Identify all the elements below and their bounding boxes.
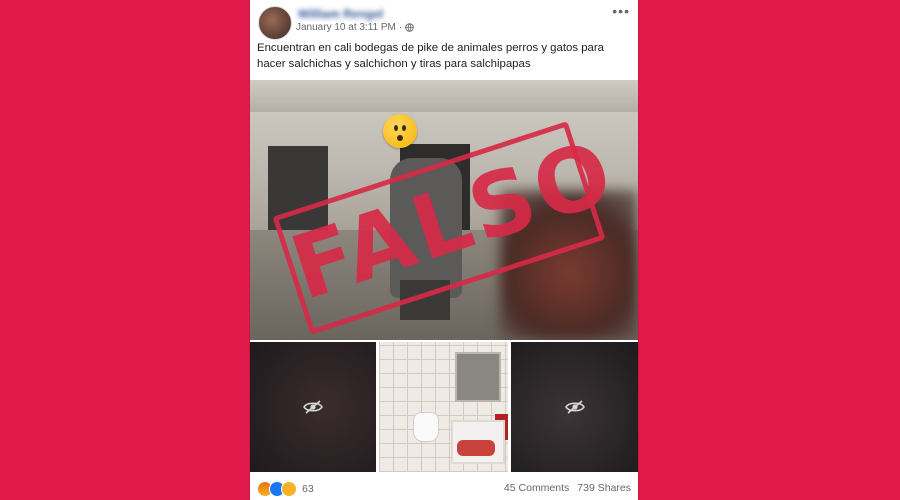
eye-slash-icon (303, 400, 323, 414)
more-options-icon[interactable]: ••• (612, 4, 630, 18)
main-photo[interactable]: FALSO (250, 80, 638, 340)
comments-count[interactable]: 45 Comments (504, 482, 569, 494)
toilet (413, 412, 439, 442)
thumbnail-bathroom[interactable] (379, 342, 508, 472)
emoji-eye-icon (394, 125, 398, 131)
face-cover-emoji-icon (383, 114, 417, 148)
post-text: Encuentran en cali bodegas de pike de an… (257, 42, 605, 70)
meta-separator: · (398, 22, 403, 33)
meat-pile (457, 440, 495, 456)
post-stats: 45 Comments 739 Shares (504, 482, 631, 494)
photo-thumbnails (250, 342, 638, 472)
post-timestamp[interactable]: January 10 at 3:11 PM (296, 22, 396, 33)
post-header: William Rengel January 10 at 3:11 PM · •… (250, 0, 638, 80)
author-name[interactable]: William Rengel (298, 7, 383, 21)
emoji-eye-icon (402, 125, 406, 131)
reaction-count[interactable]: 63 (302, 483, 314, 495)
photo-ceiling (250, 80, 638, 112)
avatar[interactable] (258, 6, 292, 40)
globe-icon (405, 23, 414, 32)
eye-slash-icon (564, 400, 585, 414)
shelf (455, 352, 501, 402)
post-meta: January 10 at 3:11 PM · (296, 22, 414, 33)
wow-icon (281, 481, 297, 497)
shares-count[interactable]: 739 Shares (577, 482, 631, 494)
post-footer: 63 45 Comments 739 Shares (250, 476, 638, 500)
facebook-post-card: William Rengel January 10 at 3:11 PM · •… (250, 0, 638, 500)
thumbnail-hidden-1[interactable] (250, 342, 376, 472)
reactions[interactable]: 63 (257, 481, 314, 497)
emoji-mouth-icon (397, 135, 403, 141)
thumbnail-hidden-2[interactable] (511, 342, 638, 472)
